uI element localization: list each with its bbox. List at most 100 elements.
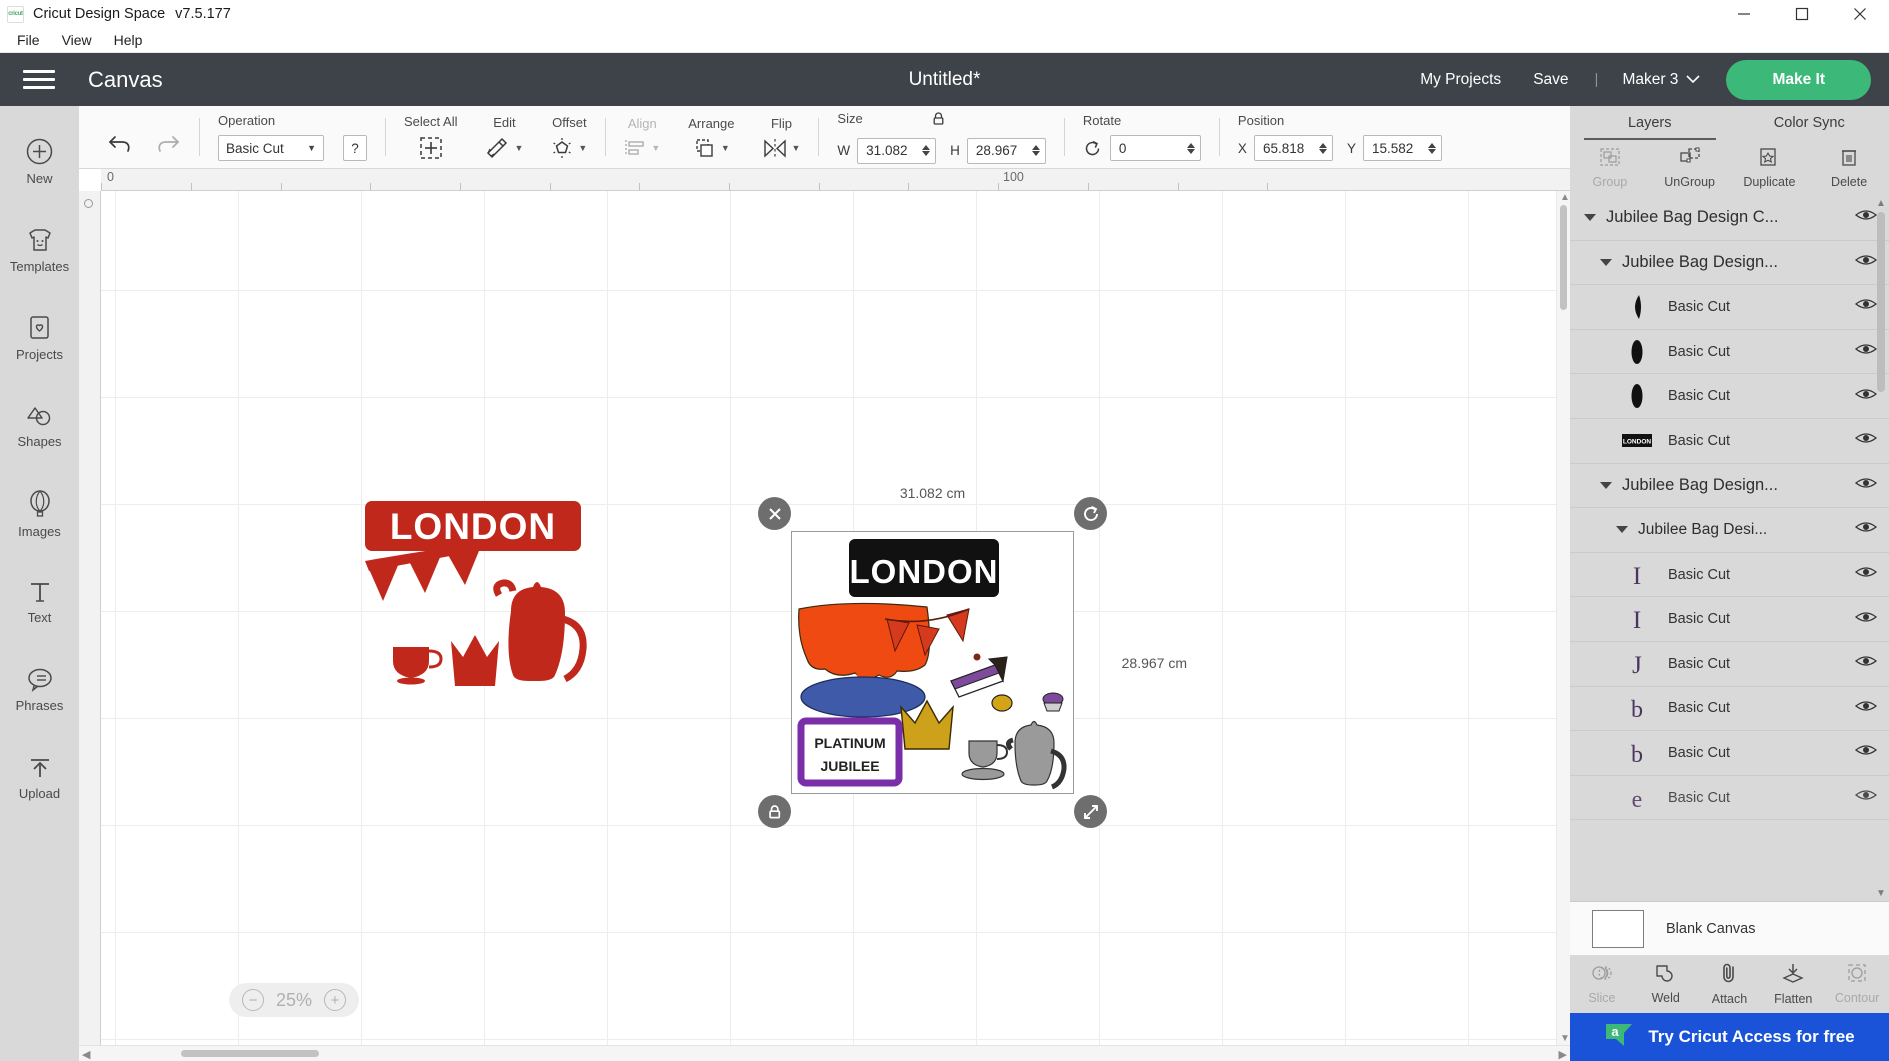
eye-icon[interactable] bbox=[1854, 208, 1878, 227]
width-input[interactable]: 31.082 bbox=[857, 137, 937, 164]
zoom-control[interactable]: − 25% + bbox=[229, 983, 360, 1017]
rotate-icon[interactable] bbox=[1083, 139, 1102, 158]
eye-icon[interactable] bbox=[1854, 699, 1878, 718]
layer-group-row[interactable]: Jubilee Bag Design C... bbox=[1570, 196, 1889, 241]
layers-scrollbar[interactable]: ▲ ▼ bbox=[1875, 196, 1887, 901]
layer-row[interactable]: b Basic Cut bbox=[1570, 687, 1889, 732]
contour-button[interactable]: Contour bbox=[1825, 955, 1889, 1013]
width-stepper[interactable] bbox=[922, 145, 931, 156]
layer-row[interactable]: b Basic Cut bbox=[1570, 731, 1889, 776]
arrange-icon[interactable] bbox=[693, 138, 716, 159]
tab-color-sync[interactable]: Color Sync bbox=[1730, 106, 1889, 140]
weld-button[interactable]: Weld bbox=[1634, 955, 1698, 1013]
eye-icon[interactable] bbox=[1854, 297, 1878, 316]
sidebar-item-templates[interactable]: Templates bbox=[0, 206, 79, 294]
selected-artwork-group[interactable]: 31.082 cm 28.967 cm LONDON PLATINUM JUBI… bbox=[758, 485, 1187, 828]
layer-row[interactable]: e Basic Cut bbox=[1570, 776, 1889, 821]
flatten-button[interactable]: Flatten bbox=[1761, 955, 1825, 1013]
cricut-access-promo[interactable]: a Try Cricut Access for free bbox=[1570, 1013, 1889, 1061]
layer-row[interactable]: Basic Cut bbox=[1570, 374, 1889, 419]
menu-view[interactable]: View bbox=[51, 30, 103, 50]
menu-help[interactable]: Help bbox=[103, 30, 154, 50]
scroll-up-icon[interactable]: ▲ bbox=[1560, 192, 1570, 203]
sidebar-item-images[interactable]: Images bbox=[0, 470, 79, 558]
sidebar-item-new[interactable]: New bbox=[0, 118, 79, 206]
eye-icon[interactable] bbox=[1854, 610, 1878, 629]
zoom-in-icon[interactable]: + bbox=[324, 989, 347, 1011]
group-button[interactable]: Group bbox=[1570, 140, 1650, 196]
sidebar-item-shapes[interactable]: Shapes bbox=[0, 382, 79, 470]
lock-closed-icon[interactable] bbox=[931, 111, 946, 131]
eye-icon[interactable] bbox=[1854, 387, 1878, 406]
vertical-scroll-thumb[interactable] bbox=[1560, 205, 1567, 310]
layer-row[interactable]: LONDON Basic Cut bbox=[1570, 419, 1889, 464]
chevron-down-icon[interactable] bbox=[1600, 258, 1612, 266]
canvas-area[interactable]: 0 100 LONDON 31.082 cm 28.967 cm LONDON … bbox=[79, 169, 1570, 1061]
eye-icon[interactable] bbox=[1854, 788, 1878, 807]
layer-group-row[interactable]: Jubilee Bag Desi... bbox=[1570, 508, 1889, 553]
sidebar-item-text[interactable]: Text bbox=[0, 558, 79, 646]
offset-icon[interactable] bbox=[551, 137, 573, 159]
lock-aspect-handle[interactable] bbox=[758, 795, 791, 828]
eye-icon[interactable] bbox=[1854, 431, 1878, 450]
artwork-london-tea-party[interactable]: LONDON bbox=[351, 501, 631, 701]
pos-y-stepper[interactable] bbox=[1427, 142, 1436, 154]
resize-selection-handle[interactable] bbox=[1074, 795, 1107, 828]
layer-row[interactable]: I Basic Cut bbox=[1570, 597, 1889, 642]
chevron-down-icon[interactable] bbox=[1584, 214, 1596, 222]
zoom-out-icon[interactable]: − bbox=[242, 989, 264, 1011]
sidebar-item-upload[interactable]: Upload bbox=[0, 734, 79, 822]
attach-button[interactable]: Attach bbox=[1698, 955, 1762, 1013]
chevron-down-icon[interactable]: ▼ bbox=[721, 143, 730, 153]
undo-icon[interactable] bbox=[107, 133, 133, 155]
chevron-down-icon[interactable]: ▼ bbox=[578, 143, 587, 153]
eye-icon[interactable] bbox=[1854, 476, 1878, 495]
chevron-down-icon[interactable] bbox=[1616, 526, 1628, 534]
rotate-stepper[interactable] bbox=[1186, 142, 1195, 154]
canvas-color-swatch[interactable] bbox=[1592, 909, 1644, 948]
eye-icon[interactable] bbox=[1854, 520, 1878, 539]
hamburger-menu-icon[interactable] bbox=[12, 70, 66, 89]
delete-button[interactable]: Delete bbox=[1809, 140, 1889, 196]
layer-row[interactable]: Basic Cut bbox=[1570, 330, 1889, 375]
machine-selector[interactable]: Maker 3 bbox=[1608, 71, 1708, 89]
close-icon[interactable] bbox=[1831, 0, 1889, 28]
layers-scroll-thumb[interactable] bbox=[1877, 212, 1885, 392]
select-all-icon[interactable] bbox=[419, 136, 443, 160]
eye-icon[interactable] bbox=[1854, 565, 1878, 584]
scroll-up-icon[interactable]: ▲ bbox=[1876, 198, 1886, 209]
tab-layers[interactable]: Layers bbox=[1570, 106, 1730, 140]
canvas-grid[interactable]: LONDON 31.082 cm 28.967 cm LONDON PLATIN… bbox=[101, 191, 1556, 1045]
eye-icon[interactable] bbox=[1854, 342, 1878, 361]
sidebar-item-projects[interactable]: Projects bbox=[0, 294, 79, 382]
make-it-button[interactable]: Make It bbox=[1726, 59, 1871, 100]
slice-button[interactable]: Slice bbox=[1570, 955, 1634, 1013]
scroll-left-icon[interactable]: ◀ bbox=[82, 1048, 90, 1061]
blank-canvas-row[interactable]: Blank Canvas bbox=[1570, 901, 1889, 955]
chevron-down-icon[interactable]: ▼ bbox=[514, 143, 523, 153]
scroll-down-icon[interactable]: ▼ bbox=[1876, 888, 1886, 899]
flip-icon[interactable] bbox=[763, 138, 787, 159]
redo-icon[interactable] bbox=[155, 133, 181, 155]
operation-help-button[interactable]: ? bbox=[343, 135, 367, 161]
layer-group-row[interactable]: Jubilee Bag Design... bbox=[1570, 241, 1889, 286]
layer-group-row[interactable]: Jubilee Bag Design... bbox=[1570, 464, 1889, 509]
save-button[interactable]: Save bbox=[1517, 71, 1584, 89]
operation-select[interactable]: Basic Cut ▼ bbox=[218, 135, 324, 161]
pos-x-stepper[interactable] bbox=[1318, 142, 1327, 154]
delete-selection-handle[interactable] bbox=[758, 497, 791, 530]
ungroup-button[interactable]: UnGroup bbox=[1650, 140, 1730, 196]
layer-row[interactable]: I Basic Cut bbox=[1570, 553, 1889, 598]
scroll-right-icon[interactable]: ▶ bbox=[1559, 1048, 1567, 1061]
canvas-vertical-scrollbar[interactable]: ▲ ▼ bbox=[1556, 191, 1570, 1045]
rotate-input[interactable]: 0 bbox=[1109, 135, 1201, 161]
pos-x-input[interactable]: 65.818 bbox=[1253, 135, 1333, 161]
layers-list[interactable]: Jubilee Bag Design C... Jubilee Bag Desi… bbox=[1570, 196, 1889, 901]
eye-icon[interactable] bbox=[1854, 253, 1878, 272]
sidebar-item-phrases[interactable]: Phrases bbox=[0, 646, 79, 734]
layer-row[interactable]: Basic Cut bbox=[1570, 285, 1889, 330]
duplicate-button[interactable]: Duplicate bbox=[1730, 140, 1810, 196]
minimize-icon[interactable] bbox=[1715, 0, 1773, 28]
height-stepper[interactable] bbox=[1031, 145, 1040, 156]
eye-icon[interactable] bbox=[1854, 654, 1878, 673]
